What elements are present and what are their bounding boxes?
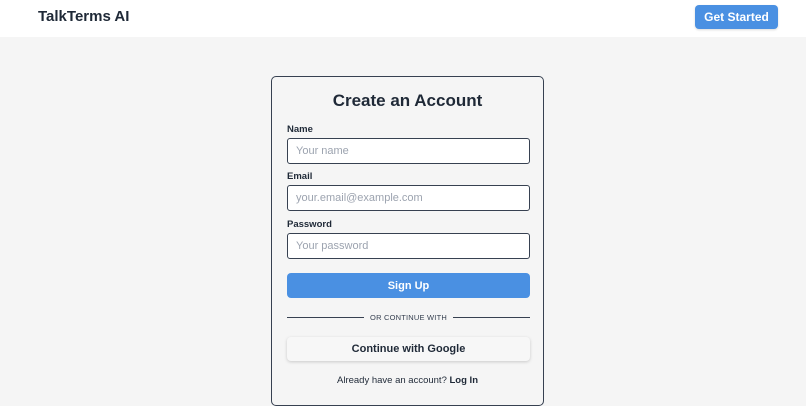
- continue-with-google-button[interactable]: Continue with Google: [287, 337, 530, 361]
- email-input[interactable]: [287, 185, 530, 211]
- login-prompt-text: Already have an account?: [337, 375, 447, 386]
- brand-logo-text[interactable]: TalkTerms AI: [38, 8, 129, 25]
- login-prompt-row: Already have an account? Log In: [272, 375, 543, 386]
- password-label: Password: [287, 219, 332, 230]
- password-input[interactable]: [287, 233, 530, 259]
- name-label: Name: [287, 124, 313, 135]
- name-input[interactable]: [287, 138, 530, 164]
- divider-line-left: [287, 316, 365, 318]
- divider-line-right: [452, 316, 531, 318]
- email-label: Email: [287, 171, 313, 182]
- top-navbar: TalkTerms AI Get Started: [0, 0, 806, 37]
- get-started-button[interactable]: Get Started: [695, 5, 778, 29]
- sign-up-button[interactable]: Sign Up: [287, 273, 530, 298]
- divider-text: OR CONTINUE WITH: [370, 312, 447, 322]
- log-in-link[interactable]: Log In: [450, 375, 479, 386]
- signup-card: Create an Account Name Email Password Si…: [271, 76, 544, 406]
- or-divider: OR CONTINUE WITH: [287, 310, 531, 324]
- form-title: Create an Account: [332, 91, 483, 110]
